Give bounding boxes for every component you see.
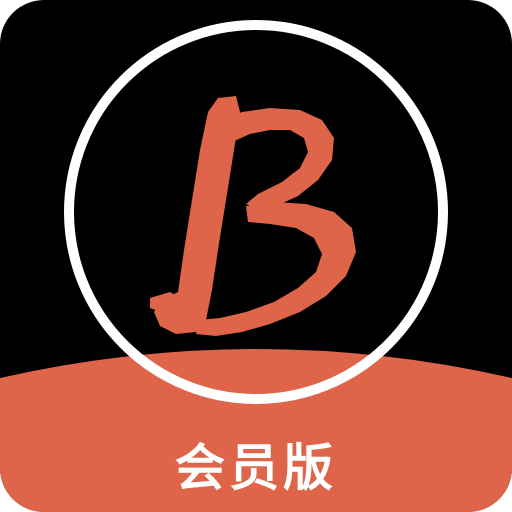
app-edition-label: 会员版: [175, 439, 337, 497]
app-icon[interactable]: 会员版: [0, 0, 512, 512]
app-icon-graphic: [0, 0, 512, 512]
